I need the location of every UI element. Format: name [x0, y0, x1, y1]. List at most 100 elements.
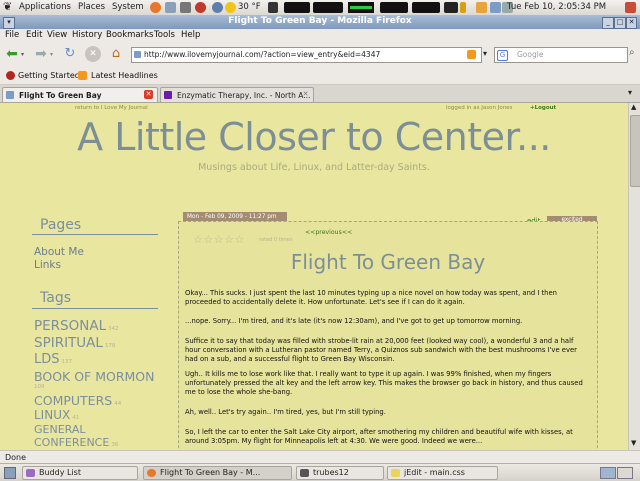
network-tray-icon[interactable] — [490, 2, 501, 13]
network-icon[interactable] — [212, 2, 223, 13]
task-label: trubes12 — [313, 468, 349, 477]
tab-label: Flight To Green Bay — [19, 91, 102, 100]
page-link-links[interactable]: Links — [34, 259, 61, 271]
workspace-1[interactable] — [600, 467, 616, 479]
app-launcher-icon[interactable] — [195, 2, 206, 13]
tag-conference[interactable]: CONFERENCE 36 — [34, 436, 118, 449]
forward-dropdown-icon[interactable]: ▾ — [50, 51, 53, 58]
search-field[interactable]: G Google — [494, 47, 628, 63]
jedit-icon — [391, 469, 400, 477]
maximize-button[interactable]: □ — [614, 17, 626, 29]
home-icon[interactable]: ⌂ — [108, 46, 124, 62]
pidgin-tray-icon[interactable] — [460, 2, 466, 13]
tags-divider — [32, 308, 158, 309]
getting-started-icon — [6, 71, 15, 80]
status-text: Done — [5, 453, 27, 462]
tab-strip: Flight To Green Bay ✕ Enzymatic Therapy,… — [0, 85, 640, 103]
tag-computers[interactable]: COMPUTERS 44 — [34, 393, 121, 408]
pages-divider — [32, 234, 158, 235]
previous-link[interactable]: <<previous<< — [305, 229, 352, 236]
post-paragraph: Ugh.. It kills me to lose work like that… — [185, 370, 583, 396]
bookmark-latest-headlines[interactable]: Latest Headlines — [91, 71, 158, 80]
reload-icon[interactable]: ↻ — [62, 46, 78, 62]
tag-book-of-mormon[interactable]: BOOK OF MORMON — [34, 369, 155, 384]
firefox-launcher-icon[interactable] — [150, 2, 161, 13]
menubar: File Edit View History Bookmarks Tools H… — [0, 29, 640, 42]
url-dropdown-icon[interactable]: ▾ — [483, 49, 487, 58]
top-panel: ❦ Applications Places System 30 °F Tue F… — [0, 0, 640, 16]
system-monitor-graph — [284, 2, 310, 13]
menu-edit[interactable]: Edit — [26, 30, 42, 40]
scrollbar-thumb[interactable] — [630, 115, 640, 187]
task-trubes12[interactable]: trubes12 — [296, 466, 384, 480]
workspace-2[interactable] — [617, 467, 633, 479]
menu-history[interactable]: History — [72, 30, 102, 40]
status-bar: Done — [0, 450, 640, 464]
memory-monitor-graph — [348, 2, 374, 13]
task-jedit[interactable]: jEdit - main.css — [387, 466, 498, 480]
menu-file[interactable]: File — [5, 30, 19, 40]
power-icon[interactable] — [625, 2, 636, 13]
clock[interactable]: Tue Feb 10, 2:05:34 PM — [507, 2, 606, 12]
bookmark-getting-started[interactable]: Getting Started — [18, 71, 80, 80]
search-magnifier-icon[interactable]: ⌕ — [629, 47, 635, 58]
system-menu[interactable]: System — [112, 2, 144, 12]
star-rating[interactable]: ☆☆☆☆☆ — [193, 233, 245, 246]
rss-icon — [78, 71, 87, 80]
tag-spiritual[interactable]: SPIRITUAL 178 — [34, 335, 115, 351]
back-dropdown-icon[interactable]: ▾ — [21, 51, 24, 58]
post-paragraph: ...nope. Sorry... I'm tired, and it's la… — [185, 317, 523, 325]
task-label: jEdit - main.css — [404, 468, 465, 477]
mail-launcher-icon[interactable] — [165, 2, 176, 13]
load-monitor-graph — [380, 2, 408, 13]
minimize-button[interactable]: _ — [602, 17, 614, 29]
tag-general[interactable]: GENERAL — [34, 423, 86, 436]
site-tagline: Musings about Life, Linux, and Latter-da… — [198, 162, 430, 173]
tab-enzymatic-therapy[interactable]: Enzymatic Therapy, Inc. - North A... ✕ — [160, 87, 314, 102]
places-menu[interactable]: Places — [78, 2, 105, 12]
close-window-button[interactable]: ✕ — [626, 17, 637, 29]
stop-icon[interactable]: ✕ — [85, 46, 101, 62]
menu-tools[interactable]: Tools — [154, 30, 175, 40]
rss-feed-icon[interactable] — [467, 50, 476, 59]
menu-bookmarks[interactable]: Bookmarks — [106, 30, 154, 40]
site-title[interactable]: A Little Closer to Center... — [0, 115, 628, 159]
url-bar[interactable]: http://www.ilovemyjournal.com/?action=vi… — [131, 47, 482, 63]
tag-personal[interactable]: PERSONAL 342 — [34, 318, 119, 334]
logout-link[interactable]: +Logout — [530, 105, 556, 111]
forward-arrow-icon[interactable]: ➡ — [33, 46, 49, 62]
tab-flight-to-green-bay[interactable]: Flight To Green Bay ✕ — [2, 87, 158, 102]
applications-menu[interactable]: Applications — [19, 2, 71, 12]
return-link[interactable]: return to I Love My Journal — [75, 105, 148, 111]
google-icon[interactable]: G — [497, 50, 508, 61]
update-notifier-icon[interactable] — [476, 2, 487, 13]
window-titlebar[interactable]: ▾ Flight To Green Bay - Mozilla Firefox … — [0, 15, 640, 29]
task-firefox[interactable]: Flight To Green Bay - M... — [143, 466, 292, 480]
url-text[interactable]: http://www.ilovemyjournal.com/?action=vi… — [144, 50, 380, 59]
yahoo-icon — [164, 91, 172, 99]
post-body: <<previous<< ☆☆☆☆☆ rated 0 times Flight … — [178, 221, 598, 450]
gnome-foot-icon[interactable]: ❦ — [3, 0, 12, 13]
search-placeholder: Google — [517, 50, 544, 59]
terminal-launcher-icon[interactable] — [180, 2, 191, 13]
tag-lds[interactable]: LDS 137 — [34, 352, 72, 367]
menu-help[interactable]: Help — [181, 30, 200, 40]
rating-count: rated 0 times — [259, 237, 293, 243]
tag-linux[interactable]: LINUX 41 — [34, 408, 79, 422]
task-buddy-list[interactable]: Buddy List — [22, 466, 138, 480]
page-link-about-me[interactable]: About Me — [34, 246, 84, 258]
vertical-scrollbar[interactable]: ▲ ▼ — [628, 103, 640, 450]
scroll-up-icon[interactable]: ▲ — [631, 103, 636, 111]
close-tab-icon[interactable]: ✕ — [144, 90, 153, 99]
post-paragraph: Suffice it to say that today was filled … — [185, 337, 577, 363]
page-content: return to I Love My Journal logged in as… — [0, 103, 628, 450]
show-desktop-icon[interactable] — [4, 467, 16, 479]
back-arrow-icon[interactable]: ⬅ — [4, 46, 20, 62]
pages-heading: Pages — [40, 217, 82, 233]
scroll-down-icon[interactable]: ▼ — [631, 439, 636, 447]
tab-list-icon[interactable]: ▾ — [628, 88, 632, 97]
firefox-icon — [147, 469, 156, 477]
menu-view[interactable]: View — [47, 30, 67, 40]
weather-icon[interactable] — [225, 2, 236, 13]
close-tab-icon[interactable]: ✕ — [301, 90, 310, 99]
